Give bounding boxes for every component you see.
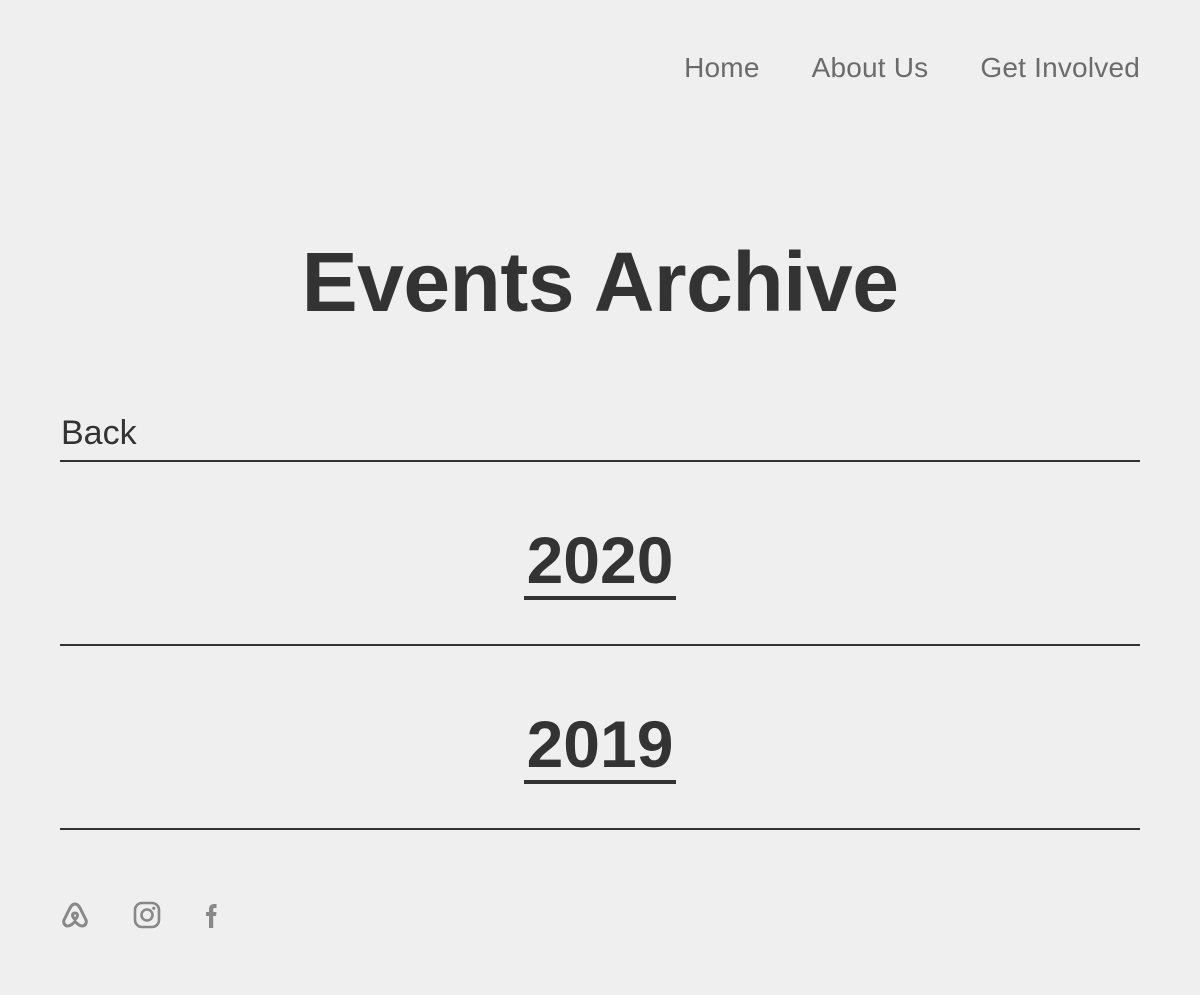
airbnb-icon[interactable] — [60, 900, 90, 930]
facebook-icon[interactable] — [197, 900, 227, 930]
page-title: Events Archive — [301, 235, 899, 329]
instagram-icon[interactable] — [132, 900, 162, 930]
year-2020-link[interactable]: 2020 — [523, 524, 677, 600]
year-item: 2019 — [0, 708, 1200, 784]
nav-home-link[interactable]: Home — [684, 50, 760, 86]
back-link[interactable]: Back — [61, 412, 137, 454]
nav-about-us-link[interactable]: About Us — [812, 50, 929, 86]
page: Home About Us Get Involved Events Archiv… — [0, 0, 1200, 995]
nav-get-involved-link[interactable]: Get Involved — [980, 50, 1140, 86]
year-2019-link[interactable]: 2019 — [523, 708, 677, 784]
social-links — [60, 900, 227, 930]
divider — [60, 828, 1140, 830]
divider — [60, 460, 1140, 462]
top-nav: Home About Us Get Involved — [684, 50, 1140, 86]
divider — [60, 644, 1140, 646]
year-item: 2020 — [0, 524, 1200, 600]
